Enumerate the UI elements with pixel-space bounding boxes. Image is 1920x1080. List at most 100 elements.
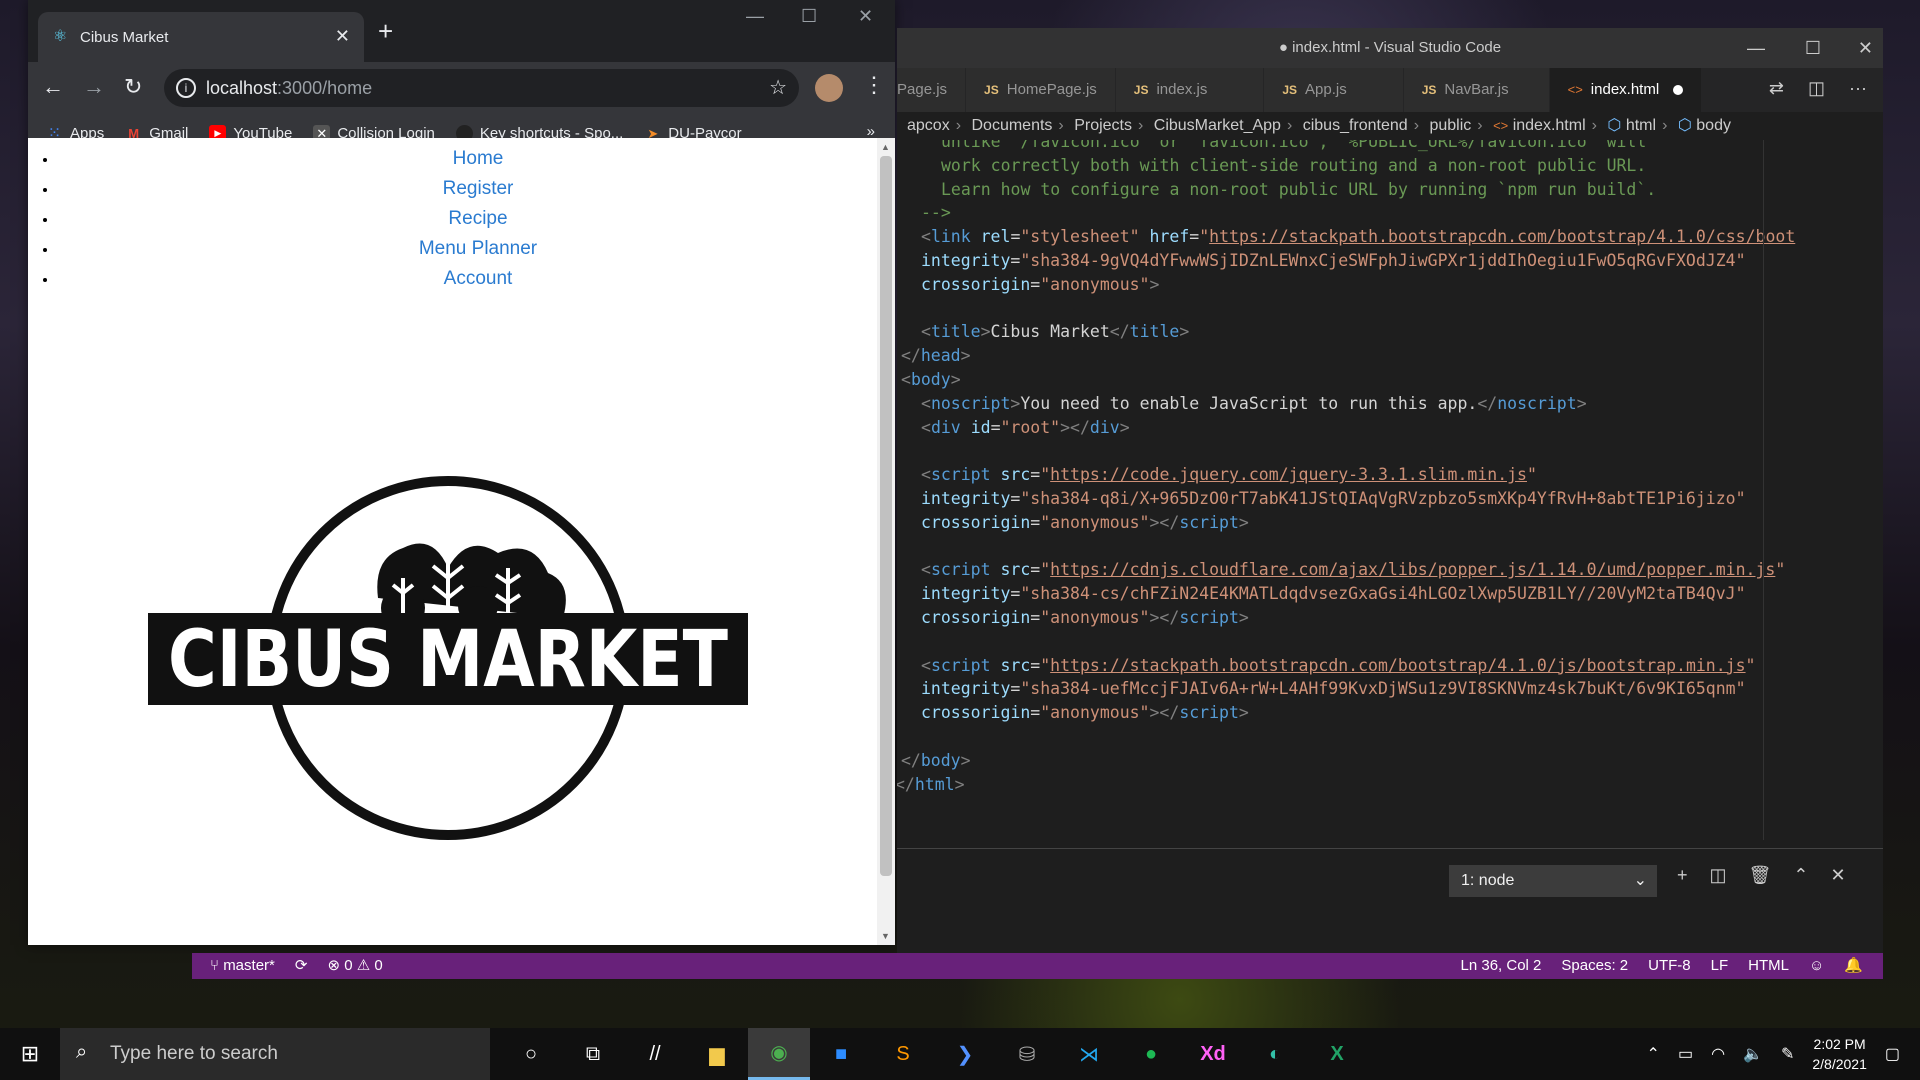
cortana-icon[interactable]: ○ — [500, 1028, 562, 1080]
code-line[interactable]: <script src="https://cdnjs.cloudflare.co… — [921, 558, 1785, 582]
cursor-position[interactable]: Ln 36, Col 2 — [1461, 953, 1542, 979]
tab-page-js[interactable]: Page.js — [897, 68, 967, 112]
new-terminal-icon[interactable]: + — [1677, 865, 1688, 886]
tab-app-js[interactable]: JS App.js — [1264, 68, 1404, 112]
indentation[interactable]: Spaces: 2 — [1561, 953, 1628, 979]
scroll-up-icon[interactable]: ▲ — [881, 142, 890, 152]
code-line[interactable]: --> — [921, 201, 951, 225]
more-actions-icon[interactable]: ··· — [1849, 78, 1867, 99]
tab-index-js[interactable]: JS index.js — [1115, 68, 1265, 112]
maximize-button[interactable]: ☐ — [1805, 28, 1821, 68]
split-terminal-icon[interactable]: ◫ — [1710, 865, 1727, 886]
scroll-down-icon[interactable]: ▼ — [881, 931, 890, 941]
tab-index-html[interactable]: <> index.html — [1549, 68, 1703, 112]
code-line[interactable]: integrity="sha384-9gVQ4dYFwwWSjIDZnLEWnx… — [921, 249, 1746, 273]
nav-link-register[interactable]: Register — [443, 178, 514, 199]
tab-homepage-js[interactable]: JS HomePage.js — [966, 68, 1116, 112]
maximize-button[interactable]: ☐ — [801, 6, 817, 27]
taskbar-search[interactable]: ⌕ Type here to search — [60, 1028, 490, 1080]
back-arrow-icon[interactable]: ← — [42, 74, 64, 100]
breadcrumb-item[interactable]: index.html — [1513, 117, 1586, 134]
pen-app-icon[interactable]: // — [624, 1028, 686, 1080]
minimize-button[interactable]: — — [746, 6, 764, 27]
nav-link-account[interactable]: Account — [444, 268, 513, 289]
code-line[interactable]: </html> — [897, 773, 965, 797]
notifications-icon[interactable]: ▢ — [1885, 1044, 1900, 1064]
page-scrollbar[interactable]: ▲ ▼ — [877, 138, 895, 945]
code-line[interactable]: <noscript>You need to enable JavaScript … — [921, 392, 1587, 416]
minimap[interactable] — [1763, 140, 1883, 840]
code-line[interactable]: integrity="sha384-q8i/X+965DzO0rT7abK41J… — [921, 487, 1746, 511]
file-explorer-icon[interactable]: ▆ — [686, 1028, 748, 1080]
problems-status[interactable]: ⊗ 0 ⚠ 0 — [327, 953, 382, 979]
breadcrumb-item[interactable]: Projects — [1074, 117, 1132, 134]
wifi-icon[interactable]: ◠ — [1711, 1044, 1725, 1064]
breadcrumb-item[interactable]: Documents — [971, 117, 1052, 134]
code-line[interactable]: <script src="https://code.jquery.com/jqu… — [921, 463, 1537, 487]
code-line[interactable]: crossorigin="anonymous"> — [921, 273, 1159, 297]
code-line[interactable]: integrity="sha384-uefMccjFJAIv6A+rW+L4AH… — [921, 677, 1746, 701]
edge-icon[interactable]: ◐ — [1244, 1028, 1306, 1080]
chevron-up-icon[interactable]: ⌃ — [1647, 1044, 1660, 1064]
sync-icon[interactable]: ⟳ — [295, 953, 308, 979]
close-panel-icon[interactable]: ✕ — [1830, 865, 1845, 886]
code-line[interactable]: crossorigin="anonymous"></script> — [921, 701, 1249, 725]
breadcrumb-item[interactable]: apcox — [907, 117, 950, 134]
close-window-button[interactable]: ✕ — [858, 6, 873, 27]
close-tab-icon[interactable]: ✕ — [335, 26, 350, 47]
adobe-xd-icon[interactable]: Xd — [1182, 1028, 1244, 1080]
line-ending[interactable]: LF — [1711, 953, 1729, 979]
battery-icon[interactable]: ▭ — [1678, 1044, 1693, 1064]
code-line[interactable]: Learn how to configure a non-root public… — [941, 178, 1656, 202]
trash-icon[interactable]: 🗑 — [1749, 865, 1772, 886]
info-icon[interactable]: i — [176, 78, 196, 98]
reload-icon[interactable]: ↻ — [124, 74, 142, 100]
forward-arrow-icon[interactable]: → — [83, 74, 105, 100]
nav-link-home[interactable]: Home — [453, 148, 504, 169]
windows-start-icon[interactable]: ⊞ — [0, 1028, 60, 1080]
code-line[interactable]: unlike "/favicon.ico" or "favicon.ico", … — [941, 140, 1646, 154]
chrome-icon[interactable]: ◉ — [748, 1028, 810, 1080]
tab-navbar-js[interactable]: JS NavBar.js — [1403, 68, 1550, 112]
language-mode[interactable]: HTML — [1748, 953, 1789, 979]
pen-icon[interactable]: ✎ — [1781, 1044, 1794, 1064]
terminal-select[interactable]: 1: node ⌄ — [1449, 865, 1657, 897]
code-line[interactable]: integrity="sha384-cs/chFZiN24E4KMATLdqdv… — [921, 582, 1746, 606]
code-line[interactable]: <title>Cibus Market</title> — [921, 320, 1189, 344]
spotify-icon[interactable]: ● — [1120, 1028, 1182, 1080]
unsaved-dot-icon[interactable] — [1673, 85, 1684, 96]
code-line[interactable]: work correctly both with client-side rou… — [941, 154, 1646, 178]
code-line[interactable]: </body> — [901, 749, 971, 773]
bell-icon[interactable]: 🔔 — [1844, 953, 1863, 979]
feedback-icon[interactable]: ☺ — [1809, 953, 1824, 979]
code-line[interactable]: <body> — [901, 368, 961, 392]
star-icon[interactable]: ☆ — [769, 75, 787, 100]
code-line[interactable]: <script src="https://stackpath.bootstrap… — [921, 654, 1755, 678]
more-menu-icon[interactable]: ⋮ — [863, 72, 885, 98]
branch-status[interactable]: ⑂ master* — [210, 953, 275, 979]
profile-avatar[interactable] — [815, 74, 843, 102]
clock[interactable]: 2:02 PM 2/8/2021 — [1812, 1034, 1867, 1074]
breadcrumb-item[interactable]: public — [1429, 117, 1471, 134]
code-line[interactable]: <link rel="stylesheet" href="https://sta… — [921, 225, 1795, 249]
volume-icon[interactable]: 🔈 — [1743, 1044, 1763, 1064]
nav-link-recipe[interactable]: Recipe — [448, 208, 507, 229]
split-editor-icon[interactable]: ◫ — [1808, 78, 1825, 99]
new-tab-button[interactable]: + — [378, 16, 393, 47]
code-line[interactable]: <div id="root"></div> — [921, 416, 1130, 440]
maximize-panel-icon[interactable]: ⌃ — [1793, 865, 1808, 886]
compare-changes-icon[interactable]: ⇄ — [1769, 78, 1784, 99]
breadcrumb-item[interactable]: cibus_frontend — [1303, 117, 1408, 134]
encoding[interactable]: UTF-8 — [1648, 953, 1691, 979]
code-line[interactable]: crossorigin="anonymous"></script> — [921, 511, 1249, 535]
task-view-icon[interactable]: ⧉ — [562, 1028, 624, 1080]
breadcrumb-item[interactable]: html — [1626, 117, 1656, 134]
zoom-icon[interactable]: ■ — [810, 1028, 872, 1080]
minimize-button[interactable]: — — [1747, 28, 1765, 68]
breadcrumb-item[interactable]: CibusMarket_App — [1154, 117, 1281, 134]
nav-link-menu-planner[interactable]: Menu Planner — [419, 238, 537, 259]
code-editor[interactable]: unlike "/favicon.ico" or "favicon.ico", … — [897, 140, 1883, 840]
code-line[interactable]: </head> — [901, 344, 971, 368]
browser-tab[interactable]: ⚛ Cibus Market ✕ — [38, 12, 364, 62]
excel-icon[interactable]: X — [1306, 1028, 1368, 1080]
